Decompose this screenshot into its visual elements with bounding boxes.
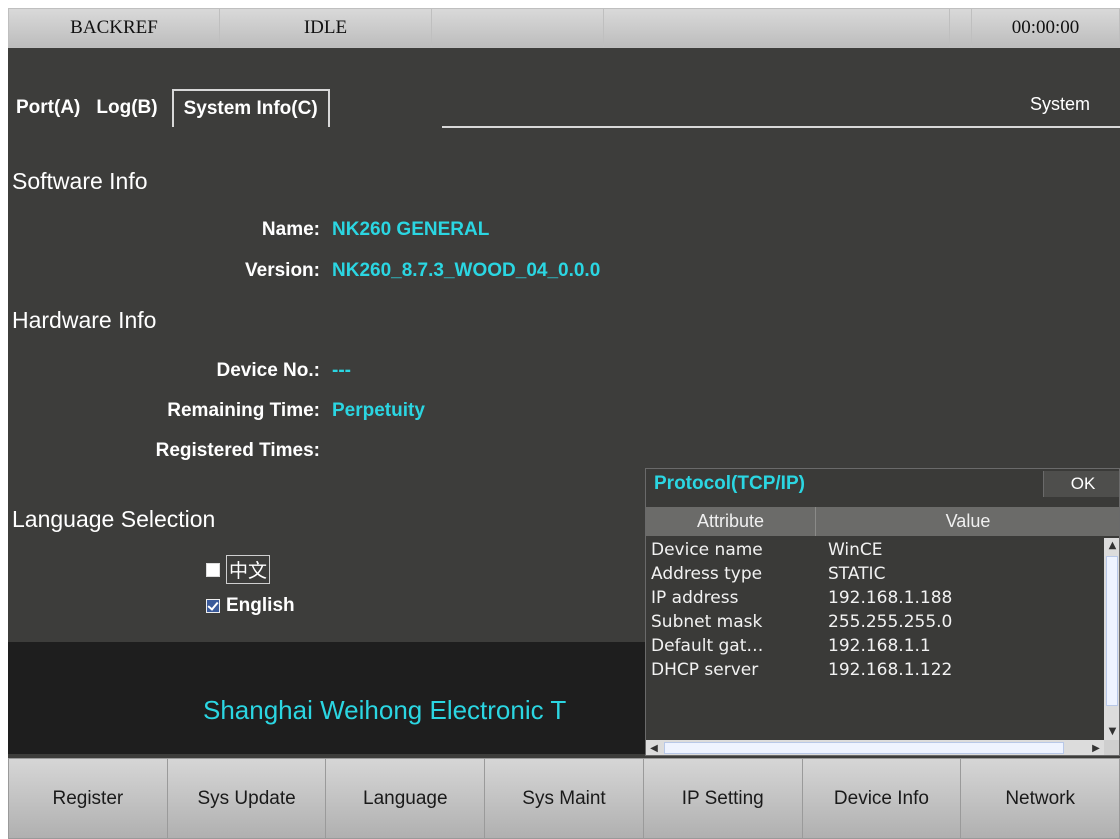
- remaining-time-row: Remaining Time: Perpetuity: [0, 396, 425, 426]
- tab-underline: [442, 126, 1120, 128]
- status-cell-4: [604, 8, 950, 48]
- software-version-value: NK260_8.7.3_WOOD_04_0.0.0: [332, 260, 601, 281]
- tab-port[interactable]: Port(A): [8, 89, 88, 127]
- status-mode: BACKREF: [8, 8, 220, 48]
- value-cell: 192.168.1.188: [828, 588, 953, 608]
- registered-times-label: Registered Times:: [155, 440, 320, 461]
- value-cell: 192.168.1.1: [828, 636, 931, 656]
- attr-cell: Address type: [651, 564, 763, 584]
- column-header-attribute[interactable]: Attribute: [646, 507, 816, 536]
- software-version-row: Version: NK260_8.7.3_WOOD_04_0.0.0: [0, 256, 600, 286]
- protocol-dialog-title: Protocol(TCP/IP): [654, 473, 805, 494]
- device-no-label: Device No.:: [216, 360, 320, 381]
- language-option-english[interactable]: English: [206, 595, 295, 617]
- attr-cell: IP address: [651, 588, 739, 608]
- software-name-label: Name:: [261, 219, 320, 240]
- protocol-grid-header: Attribute Value: [646, 507, 1119, 536]
- english-label: English: [226, 595, 295, 616]
- attr-cell: DHCP server: [651, 660, 759, 680]
- attr-cell: Default gat…: [651, 636, 764, 656]
- attr-cell: Device name: [651, 540, 763, 560]
- software-name-row: Name: NK260 GENERAL: [0, 215, 489, 245]
- software-info-heading: Software Info: [12, 168, 148, 194]
- tab-log[interactable]: Log(B): [88, 89, 165, 127]
- company-name: Shanghai Weihong Electronic T: [203, 695, 567, 725]
- tab-bar: Port(A) Log(B) System Info(C): [8, 88, 330, 128]
- attr-cell: Subnet mask: [651, 612, 763, 632]
- scrollbar-corner: [1104, 740, 1119, 755]
- vertical-scrollbar[interactable]: ▲ ▼: [1104, 538, 1119, 740]
- status-time: 00:00:00: [972, 8, 1120, 48]
- vertical-scroll-thumb[interactable]: [1106, 556, 1118, 706]
- value-cell: WinCE: [828, 540, 883, 560]
- table-row[interactable]: IP address 192.168.1.188: [646, 586, 1104, 610]
- device-no-row: Device No.: ---: [0, 356, 351, 386]
- software-name-value: NK260 GENERAL: [332, 219, 490, 240]
- value-cell: STATIC: [828, 564, 886, 584]
- protocol-dialog-header: Protocol(TCP/IP) OK: [646, 469, 1119, 499]
- sys-maint-button[interactable]: Sys Maint: [484, 758, 643, 839]
- protocol-grid: Device name WinCE Address type STATIC IP…: [646, 538, 1104, 740]
- horizontal-scroll-thumb[interactable]: [664, 742, 1064, 754]
- scroll-right-icon[interactable]: ▶: [1088, 740, 1104, 755]
- value-cell: 255.255.255.0: [828, 612, 953, 632]
- ip-setting-button[interactable]: IP Setting: [642, 758, 802, 839]
- window-frame-top: [0, 0, 1120, 8]
- mode-label: System: [1029, 94, 1090, 114]
- scroll-down-icon[interactable]: ▼: [1104, 724, 1119, 740]
- horizontal-scrollbar[interactable]: ◀ ▶: [646, 740, 1104, 755]
- table-row[interactable]: Address type STATIC: [646, 562, 1104, 586]
- device-no-value: ---: [332, 360, 351, 381]
- ok-button[interactable]: OK: [1043, 471, 1119, 497]
- status-cell-3: [432, 8, 604, 48]
- chinese-checkbox[interactable]: [206, 562, 220, 577]
- status-bar: BACKREF IDLE 00:00:00: [8, 8, 1120, 48]
- tab-system-info[interactable]: System Info(C): [171, 89, 330, 127]
- status-state: IDLE: [220, 8, 432, 48]
- table-row[interactable]: Subnet mask 255.255.255.0: [646, 610, 1104, 634]
- bottom-toolbar: Register Sys Update Language Sys Maint I…: [8, 758, 1120, 839]
- language-button[interactable]: Language: [325, 758, 485, 839]
- language-option-chinese[interactable]: 中文: [206, 555, 271, 584]
- remaining-time-value: Perpetuity: [332, 400, 425, 421]
- column-header-value[interactable]: Value: [816, 507, 1119, 536]
- table-row[interactable]: DHCP server 192.168.1.122: [646, 658, 1104, 682]
- device-info-button[interactable]: Device Info: [801, 758, 961, 839]
- hardware-info-heading: Hardware Info: [12, 307, 157, 333]
- protocol-dialog: Protocol(TCP/IP) OK Attribute Value Devi…: [645, 468, 1120, 756]
- network-button[interactable]: Network: [960, 758, 1120, 839]
- software-version-label: Version:: [245, 260, 320, 281]
- table-row[interactable]: Device name WinCE: [646, 538, 1104, 562]
- chinese-label: 中文: [226, 555, 271, 584]
- table-row[interactable]: Default gat… 192.168.1.1: [646, 634, 1104, 658]
- register-button[interactable]: Register: [8, 758, 167, 839]
- scroll-up-icon[interactable]: ▲: [1104, 538, 1119, 554]
- remaining-time-label: Remaining Time:: [167, 400, 320, 421]
- registered-times-row: Registered Times:: [0, 436, 332, 466]
- english-checkbox[interactable]: [206, 599, 220, 613]
- value-cell: 192.168.1.122: [828, 660, 953, 680]
- sys-update-button[interactable]: Sys Update: [166, 758, 326, 839]
- scroll-left-icon[interactable]: ◀: [646, 740, 662, 755]
- language-selection-heading: Language Selection: [12, 506, 216, 532]
- status-cell-5: [950, 8, 972, 48]
